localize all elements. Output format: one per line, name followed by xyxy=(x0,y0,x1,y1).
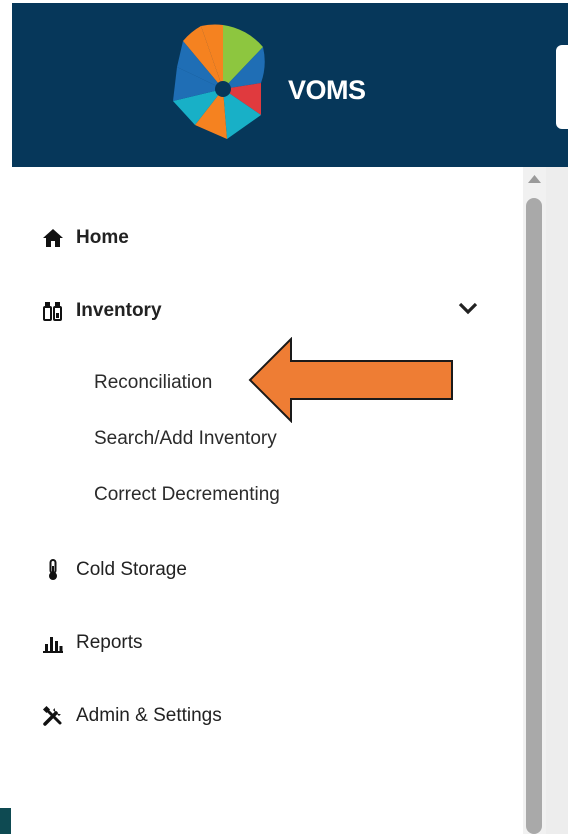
sidebar-subitem-correct-decrementing[interactable]: Correct Decrementing xyxy=(94,484,280,506)
sidebar-item-reports[interactable]: Reports xyxy=(42,632,143,654)
sidebar-scrollbar-thumb[interactable] xyxy=(526,198,542,834)
sidebar-item-label: Reports xyxy=(76,632,143,653)
home-icon xyxy=(43,229,63,247)
window-edge xyxy=(0,0,12,834)
corner-mark xyxy=(0,808,11,834)
sidebar-item-cold-storage[interactable]: Cold Storage xyxy=(42,559,187,581)
brand-name: VOMS xyxy=(288,75,366,105)
sidebar-item-inventory[interactable]: Inventory xyxy=(42,300,162,322)
annotation-arrow xyxy=(248,337,453,423)
tools-icon xyxy=(42,705,62,726)
vaccine-vials-icon xyxy=(43,302,62,321)
sidebar-item-label: Admin & Settings xyxy=(76,705,222,726)
bar-chart-icon xyxy=(43,637,63,653)
sidebar-item-label: Cold Storage xyxy=(76,559,187,580)
sidebar-item-label: Home xyxy=(76,227,129,248)
sidebar-subitem-search-add-inventory[interactable]: Search/Add Inventory xyxy=(94,428,277,450)
app-header: VOMS xyxy=(12,3,568,167)
scroll-up-arrow-icon[interactable] xyxy=(528,175,541,183)
sidebar-item-label: Inventory xyxy=(76,300,162,321)
sidebar-item-admin-settings[interactable]: Admin & Settings xyxy=(42,705,222,727)
chevron-down-icon[interactable] xyxy=(458,302,478,316)
main-content-edge xyxy=(546,167,568,834)
thermometer-icon xyxy=(49,559,57,580)
header-search-box[interactable] xyxy=(556,45,568,129)
voms-logo-icon[interactable] xyxy=(161,23,265,139)
sidebar-item-home[interactable]: Home xyxy=(42,227,129,249)
sidebar-subitem-reconciliation[interactable]: Reconciliation xyxy=(94,372,212,394)
sidebar-nav: Home Inventory Reconciliation Search/Add… xyxy=(12,167,523,834)
